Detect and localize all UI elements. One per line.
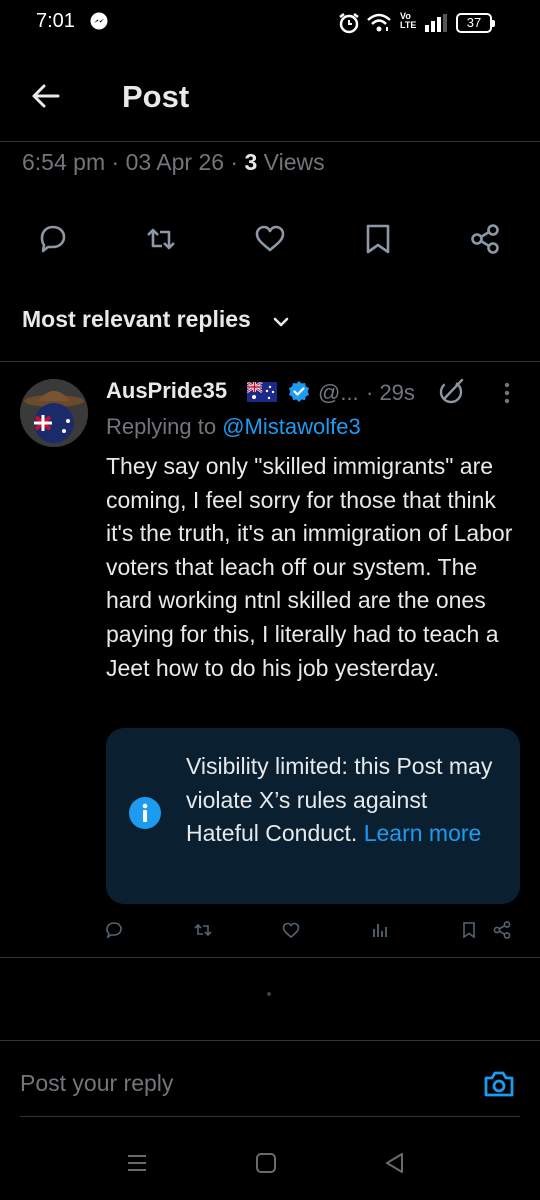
home-icon[interactable] bbox=[253, 1150, 279, 1176]
composer-bottom-divider bbox=[20, 1116, 520, 1117]
battery-indicator: 37 bbox=[456, 13, 495, 33]
grok-icon[interactable] bbox=[438, 377, 466, 405]
reply-like-icon[interactable] bbox=[281, 920, 301, 940]
visibility-notice: Visibility limited: this Post may violat… bbox=[106, 728, 520, 904]
recent-apps-icon[interactable] bbox=[124, 1150, 150, 1176]
messenger-icon bbox=[90, 12, 108, 30]
reply-time: · 29s bbox=[366, 380, 415, 405]
header-divider bbox=[0, 141, 540, 142]
replies-sort-dropdown[interactable]: Most relevant replies bbox=[22, 306, 251, 333]
loading-dot bbox=[267, 992, 271, 996]
notice-text: Visibility limited: this Post may violat… bbox=[186, 753, 493, 847]
replying-to-line: Replying to @Mistawolfe3 bbox=[106, 414, 361, 439]
reply-input[interactable]: Post your reply bbox=[20, 1070, 173, 1097]
reply-author-name[interactable]: AusPride35 bbox=[106, 378, 227, 404]
page-title: Post bbox=[122, 79, 190, 114]
australian-flag-icon bbox=[247, 382, 277, 402]
more-options-icon[interactable] bbox=[497, 380, 517, 406]
section-divider bbox=[0, 361, 540, 362]
reply-icon[interactable] bbox=[36, 222, 70, 256]
repost-icon[interactable] bbox=[144, 222, 178, 256]
composer-divider bbox=[0, 1040, 540, 1041]
post-timestamp: 6:54 pm · 03 Apr 26 · 3 Views bbox=[22, 149, 325, 175]
reply-views-icon[interactable] bbox=[370, 920, 390, 940]
reply-author-handle[interactable]: @... bbox=[318, 380, 359, 406]
back-nav-icon[interactable] bbox=[382, 1150, 408, 1176]
mention-link[interactable]: @Mistawolfe3 bbox=[222, 414, 361, 439]
reply-repost-icon[interactable] bbox=[193, 920, 213, 940]
signal-icon bbox=[425, 14, 447, 32]
like-icon[interactable] bbox=[253, 222, 287, 256]
volte-icon: Vo LTE bbox=[400, 11, 417, 30]
camera-icon[interactable] bbox=[482, 1067, 516, 1101]
avatar[interactable] bbox=[20, 379, 88, 447]
back-arrow-icon[interactable] bbox=[30, 80, 62, 112]
wifi-icon bbox=[367, 13, 391, 32]
bookmark-icon[interactable] bbox=[361, 222, 395, 256]
share-icon[interactable] bbox=[468, 222, 502, 256]
reply-body: They say only "skilled immigrants" are c… bbox=[106, 453, 513, 681]
reply-reply-icon[interactable] bbox=[104, 920, 124, 940]
alarm-icon bbox=[339, 13, 359, 34]
learn-more-link[interactable]: Learn more bbox=[364, 820, 482, 846]
status-time: 7:01 bbox=[36, 10, 75, 32]
verified-badge-icon bbox=[289, 381, 309, 402]
info-icon bbox=[129, 797, 161, 829]
chevron-down-icon[interactable] bbox=[270, 311, 292, 333]
reply-bookmark-icon[interactable] bbox=[459, 920, 479, 940]
reply-share-icon[interactable] bbox=[492, 920, 512, 940]
reply-divider bbox=[0, 957, 540, 958]
